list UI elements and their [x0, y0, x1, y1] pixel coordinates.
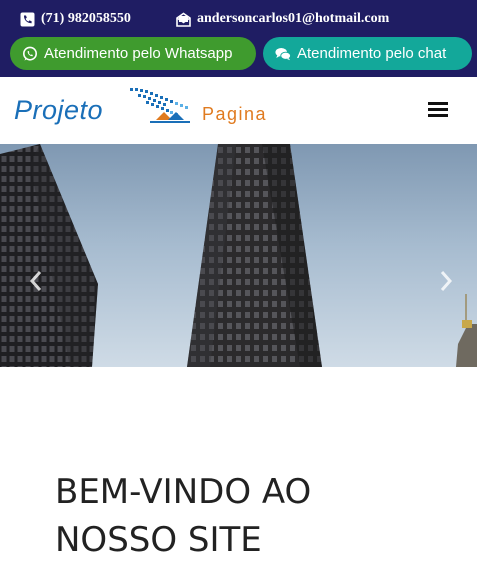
logo-word-projeto: Projeto [14, 95, 104, 125]
logo-mark-icon [130, 88, 190, 123]
welcome-title: BEM-VINDO AO NOSSO SITE [55, 472, 312, 560]
email-contact[interactable]: andersoncarlos01@hotmail.com [176, 8, 389, 30]
phone-square-icon [20, 12, 35, 27]
logo-word-pagina: Pagina [202, 104, 268, 124]
whatsapp-icon [22, 46, 38, 62]
chat-button[interactable]: Atendimento pelo chat [263, 37, 472, 70]
envelope-open-icon [176, 12, 191, 27]
hamburger-menu-icon[interactable] [428, 102, 448, 118]
chevron-right-icon[interactable] [436, 269, 456, 293]
whatsapp-button[interactable]: Atendimento pelo Whatsapp [10, 37, 256, 70]
chat-button-label: Atendimento pelo chat [297, 45, 447, 62]
site-logo[interactable]: Projeto Pagina [14, 82, 294, 138]
top-contact-bar: (71) 982058550 andersoncarlos01@hotmail.… [0, 0, 477, 77]
chat-bubbles-icon [275, 46, 291, 62]
chevron-left-icon[interactable] [26, 269, 46, 293]
whatsapp-button-label: Atendimento pelo Whatsapp [44, 45, 233, 62]
phone-number: (71) 982058550 [41, 11, 131, 26]
phone-contact[interactable]: (71) 982058550 [20, 8, 131, 30]
hero-carousel [0, 144, 477, 367]
site-header: Projeto Pagina [0, 77, 477, 144]
email-address: andersoncarlos01@hotmail.com [197, 11, 390, 26]
skyscrapers-photo [0, 144, 477, 367]
contact-row: (71) 982058550 andersoncarlos01@hotmail.… [0, 8, 477, 30]
